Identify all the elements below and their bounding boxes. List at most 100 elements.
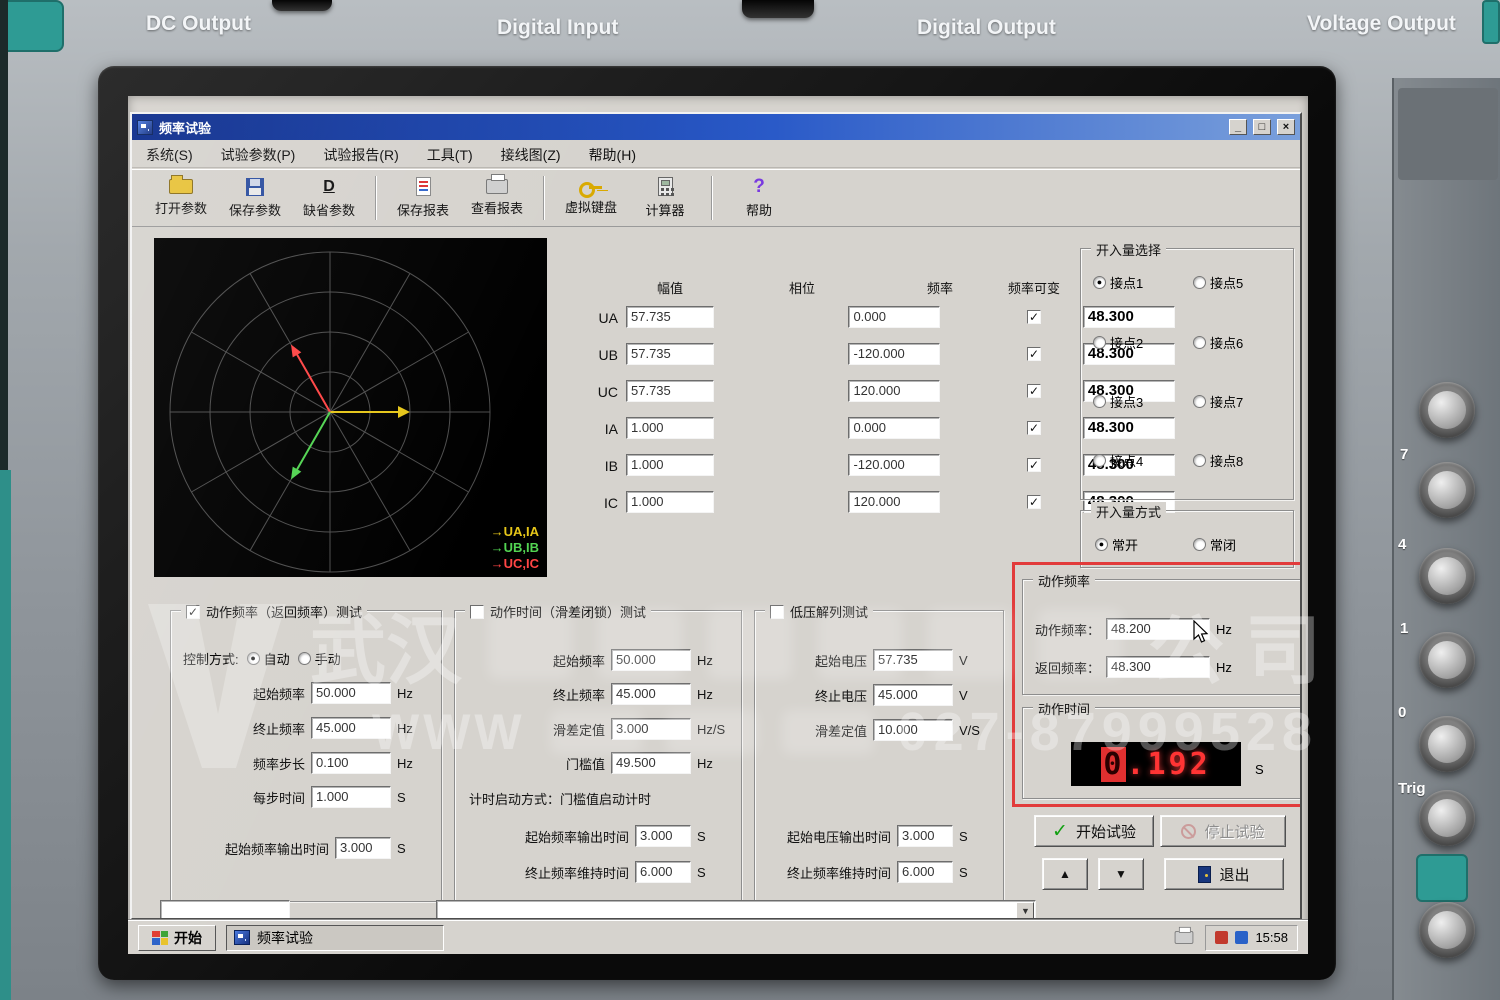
freq-variable-checkbox[interactable]: ✓: [1027, 421, 1041, 435]
tray-icon-1[interactable]: [1215, 931, 1229, 944]
save-report-button[interactable]: 保存报表: [390, 172, 456, 224]
tray-icon-2[interactable]: [1235, 931, 1249, 944]
menu-test-report[interactable]: 试验报告(R): [323, 145, 398, 165]
step-time-input[interactable]: 1.000: [311, 786, 391, 808]
field-row: 滑差定值 10.000 V/S: [767, 718, 993, 742]
help-icon: ?: [753, 176, 765, 197]
phase-input[interactable]: -120.000: [848, 343, 941, 365]
normally-open-radio[interactable]: ● 常开: [1095, 535, 1138, 554]
help-button[interactable]: ? 帮助: [726, 172, 792, 224]
open-params-button[interactable]: 打开参数: [148, 172, 214, 224]
exit-button[interactable]: 退出: [1164, 858, 1284, 890]
contact-8-radio[interactable]: 接点8: [1193, 451, 1243, 470]
view-report-button[interactable]: 查看报表: [464, 172, 530, 224]
return-frequency-input[interactable]: 48.300: [1106, 656, 1211, 678]
slip-value-input[interactable]: 10.000: [873, 719, 953, 741]
start-freq-output-time-input[interactable]: 3.000: [635, 825, 691, 847]
phase-input[interactable]: 0.000: [848, 417, 941, 439]
stop-test-button[interactable]: 停止试验: [1160, 815, 1286, 847]
freq-variable-checkbox[interactable]: ✓: [1027, 495, 1041, 509]
panel-checkbox[interactable]: [470, 604, 484, 619]
freq-variable-checkbox[interactable]: ✓: [1027, 384, 1041, 398]
amplitude-input[interactable]: 1.000: [626, 417, 714, 439]
virtual-keyboard-button[interactable]: 虚拟键盘: [558, 172, 624, 224]
screen: 频率试验 _ □ × 系统(S) 试验参数(P) 试验报告(R) 工具(T) 接…: [128, 96, 1308, 954]
hardware-knob: [1419, 902, 1475, 958]
action-frequency-row: 动作频率： 48.200 Hz: [1035, 617, 1295, 641]
phase-input[interactable]: 0.000: [848, 306, 941, 328]
start-freq-output-time-input[interactable]: 3.000: [335, 837, 391, 859]
end-frequency-input[interactable]: 45.000: [611, 683, 691, 705]
menu-test-params[interactable]: 试验参数(P): [221, 145, 296, 165]
menu-wiring-diagram[interactable]: 接线图(Z): [501, 145, 561, 165]
phase-input[interactable]: 120.000: [848, 380, 941, 402]
result-combo[interactable]: ▼: [436, 900, 1037, 918]
default-params-button[interactable]: D 缺省参数: [296, 172, 362, 224]
contact-3-radio[interactable]: 接点3: [1093, 392, 1143, 411]
amplitude-input[interactable]: 1.000: [626, 454, 714, 476]
threshold-input[interactable]: 49.500: [611, 752, 691, 774]
amplitude-input[interactable]: 1.000: [626, 491, 714, 513]
menu-tools[interactable]: 工具(T): [427, 145, 473, 165]
start-test-button[interactable]: ✓ 开始试验: [1034, 815, 1154, 847]
freq-variable-checkbox[interactable]: ✓: [1027, 347, 1041, 361]
calculator-button[interactable]: 计算器: [632, 172, 698, 224]
start-voltage-output-time-input[interactable]: 3.000: [897, 825, 953, 847]
app-window: 频率试验 _ □ × 系统(S) 试验参数(P) 试验报告(R) 工具(T) 接…: [130, 112, 1302, 920]
normally-closed-radio[interactable]: 常闭: [1193, 535, 1236, 554]
legend-ua-ia: UA,IA: [503, 524, 539, 539]
contact-7-radio[interactable]: 接点7: [1193, 392, 1243, 411]
end-freq-hold-time-input[interactable]: 6.000: [897, 861, 953, 883]
save-params-button[interactable]: 保存参数: [222, 172, 288, 224]
knob-label-0: 0: [1398, 704, 1407, 721]
menu-help[interactable]: 帮助(H): [589, 145, 636, 165]
field-row: 每步时间 1.000 S: [183, 785, 431, 809]
close-button[interactable]: ×: [1277, 119, 1295, 135]
printer-tray-icon[interactable]: [1175, 926, 1194, 944]
phasor-grid: [169, 251, 491, 573]
clock: 15:58: [1255, 930, 1288, 945]
low-voltage-test-panel: 低压解列测试 起始电压 57.735 V 终止电压 45.000 V 滑差定值 …: [754, 602, 1004, 902]
freq-variable-checkbox[interactable]: ✓: [1027, 310, 1041, 324]
contact-6-radio[interactable]: 接点6: [1193, 333, 1243, 352]
contact-1-radio[interactable]: ● 接点1: [1093, 273, 1143, 292]
task-button-frequency-test[interactable]: 频率试验: [226, 924, 444, 951]
action-time-test-panel: 动作时间（滑差闭锁）测试 起始频率 50.000 Hz 终止频率 45.000 …: [454, 602, 742, 902]
up-button[interactable]: ▲: [1042, 858, 1088, 890]
auto-radio[interactable]: ● 自动: [246, 649, 290, 668]
toolbar-separator: [375, 176, 377, 220]
panel-checkbox[interactable]: [770, 604, 784, 619]
contact-4-radio[interactable]: 接点4: [1093, 451, 1143, 470]
start-frequency-input[interactable]: 50.000: [311, 682, 391, 704]
contact-2-radio[interactable]: 接点2: [1093, 333, 1143, 352]
menu-system[interactable]: 系统(S): [146, 145, 193, 165]
end-voltage-input[interactable]: 45.000: [873, 684, 953, 706]
freq-variable-checkbox[interactable]: ✓: [1027, 458, 1041, 472]
titlebar[interactable]: 频率试验 _ □ ×: [132, 114, 1300, 140]
chevron-down-icon[interactable]: ▼: [1016, 902, 1035, 918]
amplitude-input[interactable]: 57.735: [626, 343, 714, 365]
end-frequency-input[interactable]: 45.000: [311, 717, 391, 739]
amplitude-input[interactable]: 57.735: [626, 380, 714, 402]
end-freq-hold-time-input[interactable]: 6.000: [635, 861, 691, 883]
phase-input[interactable]: 120.000: [848, 491, 941, 513]
start-voltage-input[interactable]: 57.735: [873, 649, 953, 671]
panel-checkbox[interactable]: ✓: [186, 604, 200, 619]
start-menu-button[interactable]: 开始: [138, 924, 216, 951]
table-row: IA 1.000 0.000 48.300 ✓: [132, 417, 1175, 441]
phase-input[interactable]: -120.000: [848, 454, 941, 476]
start-frequency-input[interactable]: 50.000: [611, 649, 691, 671]
group-title: 动作频率: [1033, 571, 1096, 590]
slip-value-input[interactable]: 3.000: [611, 718, 691, 740]
minimize-button[interactable]: _: [1229, 119, 1247, 135]
action-frequency-test-panel: ✓ 动作频率（返回频率）测试 控制方式: ● 自动 手动 起始频率 50.000…: [170, 602, 442, 902]
amplitude-input[interactable]: 57.735: [626, 306, 714, 328]
row-label: IC: [604, 495, 618, 511]
frequency-step-input[interactable]: 0.100: [311, 752, 391, 774]
down-button[interactable]: ▼: [1098, 858, 1144, 890]
maximize-button[interactable]: □: [1253, 119, 1271, 135]
device-corner-bumper: [1482, 0, 1500, 44]
contact-5-radio[interactable]: 接点5: [1193, 273, 1243, 292]
action-result-highlight: 动作频率 动作频率： 48.200 Hz 返回频率： 48.300 Hz 动作时…: [1012, 562, 1300, 807]
manual-radio[interactable]: 手动: [297, 649, 341, 668]
